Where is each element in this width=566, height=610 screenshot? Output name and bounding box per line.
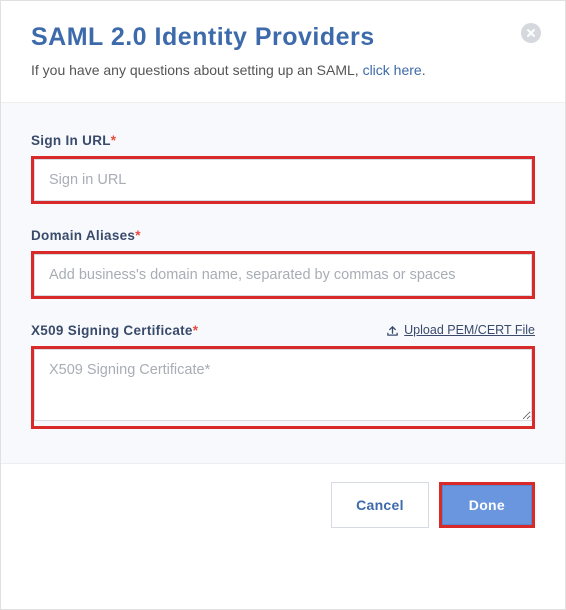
help-link[interactable]: click here bbox=[363, 62, 422, 78]
signin-url-label: Sign In URL* bbox=[31, 133, 535, 148]
modal-header: SAML 2.0 Identity Providers If you have … bbox=[1, 1, 565, 103]
required-marker: * bbox=[111, 133, 117, 148]
signin-url-group: Sign In URL* bbox=[31, 133, 535, 204]
upload-pem-label: Upload PEM/CERT File bbox=[404, 323, 535, 337]
domain-highlight-box bbox=[31, 251, 535, 299]
upload-pem-link[interactable]: Upload PEM/CERT File bbox=[386, 323, 535, 337]
cert-highlight-box bbox=[31, 346, 535, 429]
modal-title: SAML 2.0 Identity Providers bbox=[31, 23, 535, 52]
required-marker: * bbox=[193, 323, 199, 338]
saml-modal: SAML 2.0 Identity Providers If you have … bbox=[0, 0, 566, 610]
signin-highlight-box bbox=[31, 156, 535, 204]
required-marker: * bbox=[135, 228, 141, 243]
cert-label-text: X509 Signing Certificate bbox=[31, 323, 193, 338]
upload-icon bbox=[386, 324, 399, 337]
subtitle-suffix: . bbox=[422, 62, 426, 78]
subtitle-prefix: If you have any questions about setting … bbox=[31, 62, 363, 78]
cert-group: X509 Signing Certificate* Upload PEM/CER… bbox=[31, 323, 535, 429]
domain-aliases-label-text: Domain Aliases bbox=[31, 228, 135, 243]
signin-url-label-text: Sign In URL bbox=[31, 133, 111, 148]
modal-subtitle: If you have any questions about setting … bbox=[31, 62, 535, 78]
signin-url-input[interactable] bbox=[34, 159, 532, 201]
modal-body: Sign In URL* Domain Aliases* X509 Signin… bbox=[1, 103, 565, 463]
done-highlight-box: Done bbox=[439, 482, 535, 528]
domain-aliases-group: Domain Aliases* bbox=[31, 228, 535, 299]
cert-textarea[interactable] bbox=[34, 349, 532, 421]
modal-footer: Cancel Done bbox=[1, 463, 565, 550]
cancel-button[interactable]: Cancel bbox=[331, 482, 429, 528]
domain-aliases-input[interactable] bbox=[34, 254, 532, 296]
done-button[interactable]: Done bbox=[442, 485, 532, 525]
close-icon[interactable] bbox=[521, 23, 541, 43]
domain-aliases-label: Domain Aliases* bbox=[31, 228, 535, 243]
